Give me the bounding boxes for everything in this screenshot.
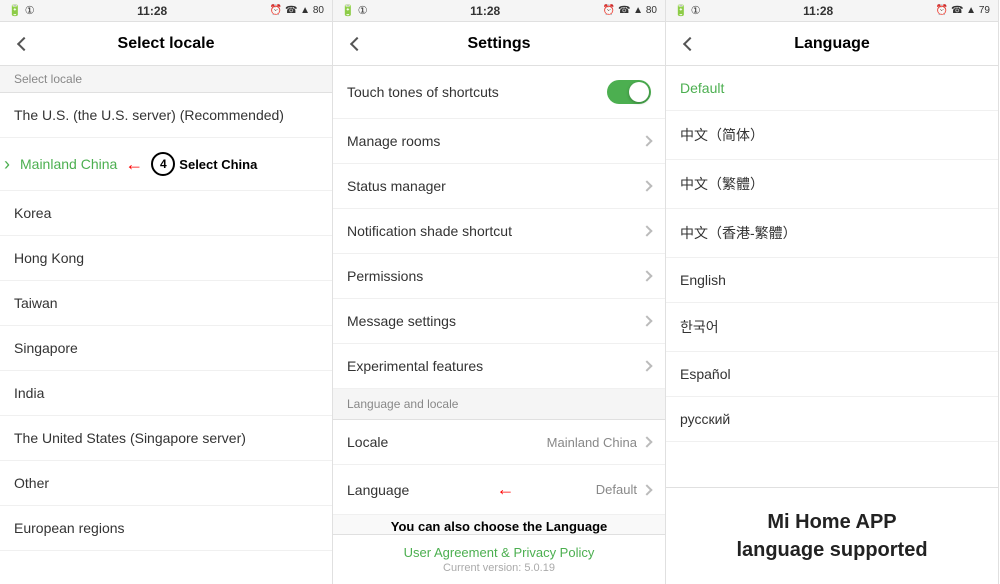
- status-time-2: 11:28: [470, 4, 500, 18]
- lang-item-spanish[interactable]: Español: [666, 352, 998, 397]
- status-right-3: ⏰ ☎ ▲ 79: [936, 5, 990, 16]
- status-bar-3: 🔋 ① 11:28 ⏰ ☎ ▲ 79: [666, 0, 998, 22]
- locale-item-korea[interactable]: Korea: [0, 191, 332, 236]
- language-right: Default: [596, 482, 651, 497]
- red-arrow-icon: ←: [125, 154, 143, 175]
- language-red-arrow-icon: ←: [497, 479, 515, 500]
- panel1-title: Select locale: [118, 35, 215, 53]
- lang-item-korean[interactable]: 한국어: [666, 303, 998, 352]
- step-number: 4: [151, 152, 175, 176]
- status-manager-right: [643, 182, 651, 190]
- back-arrow-icon-1: [17, 36, 31, 50]
- select-locale-panel: 🔋 ① 11:28 ⏰ ☎ ▲ 80 Select locale Select …: [0, 0, 333, 584]
- settings-item-experimental[interactable]: Experimental features: [333, 344, 665, 389]
- status-left-3: 🔋 ①: [674, 4, 701, 17]
- lang-item-zh-cn[interactable]: 中文（简体）: [666, 111, 998, 160]
- lang-item-english[interactable]: English: [666, 258, 998, 303]
- settings-item-locale[interactable]: Locale Mainland China: [333, 420, 665, 465]
- status-time-1: 11:28: [137, 4, 167, 18]
- lang-item-zh-tw[interactable]: 中文（繁體）: [666, 160, 998, 209]
- status-bar-1: 🔋 ① 11:28 ⏰ ☎ ▲ 80: [0, 0, 332, 22]
- panel3-title: Language: [794, 35, 870, 53]
- chevron-icon-language: [641, 484, 652, 495]
- status-left-2: 🔋 ①: [341, 4, 368, 17]
- language-locale-section: Language and locale: [333, 389, 665, 420]
- experimental-right: [643, 362, 651, 370]
- locale-list: The U.S. (the U.S. server) (Recommended)…: [0, 93, 332, 584]
- permissions-right: [643, 272, 651, 280]
- locale-item-european[interactable]: European regions: [0, 506, 332, 551]
- header-2: Settings: [333, 22, 665, 66]
- locale-item-taiwan[interactable]: Taiwan: [0, 281, 332, 326]
- locale-item-other[interactable]: Other: [0, 461, 332, 506]
- chevron-icon-5: [641, 315, 652, 326]
- language-panel: 🔋 ① 11:28 ⏰ ☎ ▲ 79 Language Default 中文（简…: [666, 0, 999, 584]
- locale-item-india[interactable]: India: [0, 371, 332, 416]
- language-list: Default 中文（简体） 中文（繁體） 中文（香港-繁體） English …: [666, 66, 998, 487]
- lang-item-russian[interactable]: русский: [666, 397, 998, 442]
- lang-item-zh-hk[interactable]: 中文（香港-繁體）: [666, 209, 998, 258]
- settings-item-message[interactable]: Message settings: [333, 299, 665, 344]
- version-text: Current version: 5.0.19: [343, 562, 655, 574]
- touch-tones-toggle[interactable]: [607, 80, 651, 104]
- back-button-1[interactable]: [10, 30, 38, 58]
- chevron-icon-2: [641, 180, 652, 191]
- panel2-title: Settings: [467, 35, 530, 53]
- locale-subtitle: Select locale: [0, 66, 332, 93]
- settings-item-language[interactable]: Language ← Default: [333, 465, 665, 515]
- back-arrow-icon-3: [683, 36, 697, 50]
- settings-item-touch-tones[interactable]: Touch tones of shortcuts: [333, 66, 665, 119]
- header-3: Language: [666, 22, 998, 66]
- settings-item-status-manager[interactable]: Status manager: [333, 164, 665, 209]
- status-right-2: ⏰ ☎ ▲ 80: [603, 5, 657, 16]
- status-right-1: ⏰ ☎ ▲ 80: [270, 5, 324, 16]
- select-china-label: Select China: [179, 157, 257, 172]
- message-right: [643, 317, 651, 325]
- mihome-note-text: Mi Home APPlanguage supported: [680, 508, 984, 564]
- settings-item-permissions[interactable]: Permissions: [333, 254, 665, 299]
- chevron-icon-6: [641, 360, 652, 371]
- locale-item-us[interactable]: The U.S. (the U.S. server) (Recommended): [0, 93, 332, 138]
- status-left-1: 🔋 ①: [8, 4, 35, 17]
- locale-item-us-singapore[interactable]: The United States (Singapore server): [0, 416, 332, 461]
- chevron-icon-3: [641, 225, 652, 236]
- locale-item-hong-kong[interactable]: Hong Kong: [0, 236, 332, 281]
- chevron-icon-locale: [641, 436, 652, 447]
- mihome-note: Mi Home APPlanguage supported: [666, 487, 998, 584]
- locale-item-singapore[interactable]: Singapore: [0, 326, 332, 371]
- language-annotation-text: You can also choose the Language: [333, 515, 665, 534]
- settings-footer: User Agreement & Privacy Policy Current …: [333, 534, 665, 584]
- header-1: Select locale: [0, 22, 332, 66]
- settings-item-manage-rooms[interactable]: Manage rooms: [333, 119, 665, 164]
- chevron-icon-4: [641, 270, 652, 281]
- settings-item-notification-shade[interactable]: Notification shade shortcut: [333, 209, 665, 254]
- status-time-3: 11:28: [803, 4, 833, 18]
- notification-right: [643, 227, 651, 235]
- back-button-3[interactable]: [676, 30, 704, 58]
- settings-panel: 🔋 ① 11:28 ⏰ ☎ ▲ 80 Settings Touch tones …: [333, 0, 666, 584]
- status-bar-2: 🔋 ① 11:28 ⏰ ☎ ▲ 80: [333, 0, 665, 22]
- locale-right: Mainland China: [547, 435, 651, 450]
- back-arrow-icon-2: [350, 36, 364, 50]
- lang-item-default[interactable]: Default: [666, 66, 998, 111]
- chevron-icon: [641, 135, 652, 146]
- user-agreement-link[interactable]: User Agreement & Privacy Policy: [343, 545, 655, 560]
- back-button-2[interactable]: [343, 30, 371, 58]
- toggle-knob: [629, 82, 649, 102]
- locale-item-mainland-china[interactable]: Mainland China ← 4 Select China: [0, 138, 332, 191]
- manage-rooms-right: [643, 137, 651, 145]
- settings-list: Touch tones of shortcuts Manage rooms St…: [333, 66, 665, 534]
